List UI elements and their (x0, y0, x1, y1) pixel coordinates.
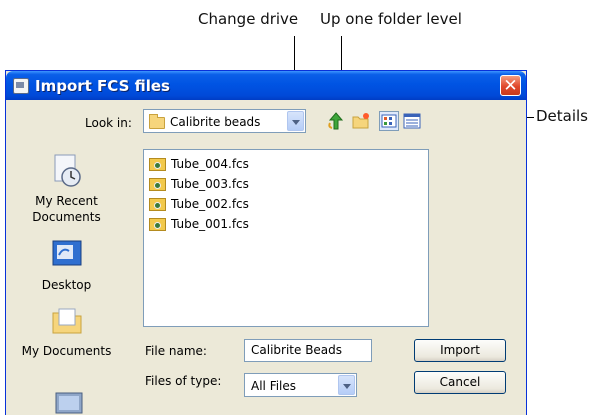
file-name: Tube_002.fcs (171, 197, 249, 211)
up-one-folder-callout: Up one folder level (320, 10, 462, 28)
places-my-documents-label: My Documents (21, 344, 112, 358)
folder-icon (149, 114, 165, 129)
file-name: Tube_001.fcs (171, 217, 249, 231)
list-view-button[interactable] (379, 111, 399, 131)
list-view-icon (381, 114, 397, 128)
file-name: Tube_004.fcs (171, 157, 249, 171)
places-my-documents[interactable]: My Documents (9, 303, 124, 359)
chevron-down-icon[interactable] (338, 375, 355, 395)
look-in-label: Look in: (85, 116, 132, 130)
file-name-value: Calibrite Beads (251, 343, 343, 357)
recent-documents-icon (49, 153, 85, 189)
import-dialog: Import FCS files ✕ Look in: Calibrite be… (5, 70, 527, 415)
places-my-computer-partial[interactable] (54, 389, 84, 415)
dialog-icon (13, 78, 29, 94)
look-in-value: Calibrite beads (170, 115, 261, 129)
files-of-type-value: All Files (251, 379, 297, 393)
title-bar[interactable]: Import FCS files ✕ (6, 71, 526, 100)
up-arrow-icon (328, 112, 344, 130)
chevron-down-icon[interactable] (287, 111, 304, 131)
details-view-icon (403, 113, 421, 129)
close-button[interactable]: ✕ (500, 75, 521, 96)
file-name-label: File name: (145, 344, 207, 358)
fcs-file-icon (149, 158, 166, 171)
files-of-type-label: Files of type: (145, 374, 222, 388)
change-drive-callout: Change drive (198, 10, 299, 28)
desktop-icon (49, 237, 85, 273)
my-computer-icon (55, 392, 83, 414)
places-recent-documents[interactable]: My Recent Documents (9, 153, 124, 225)
fcs-file-icon (149, 218, 166, 231)
my-documents-icon (49, 303, 85, 339)
import-button[interactable]: Import (414, 339, 506, 362)
file-name-field[interactable]: Calibrite Beads (244, 339, 372, 362)
fcs-file-icon (149, 178, 166, 191)
up-one-level-button[interactable] (326, 111, 346, 131)
new-folder-button[interactable] (351, 111, 371, 131)
look-in-combo[interactable]: Calibrite beads (143, 109, 306, 133)
places-desktop-label: Desktop (41, 278, 92, 292)
details-callout: Details (536, 107, 589, 125)
places-desktop[interactable]: Desktop (9, 237, 124, 293)
dialog-title: Import FCS files (35, 77, 170, 95)
file-name: Tube_003.fcs (171, 177, 249, 191)
files-of-type-select[interactable]: All Files (244, 373, 357, 397)
details-view-button[interactable] (402, 111, 422, 131)
new-folder-icon (352, 113, 369, 129)
places-recent-documents-label: My Recent Documents (32, 194, 101, 224)
fcs-file-icon (149, 198, 166, 211)
cancel-button[interactable]: Cancel (414, 371, 506, 394)
file-list[interactable]: Tube_004.fcs Tube_003.fcs Tube_002.fcs T… (143, 149, 429, 327)
